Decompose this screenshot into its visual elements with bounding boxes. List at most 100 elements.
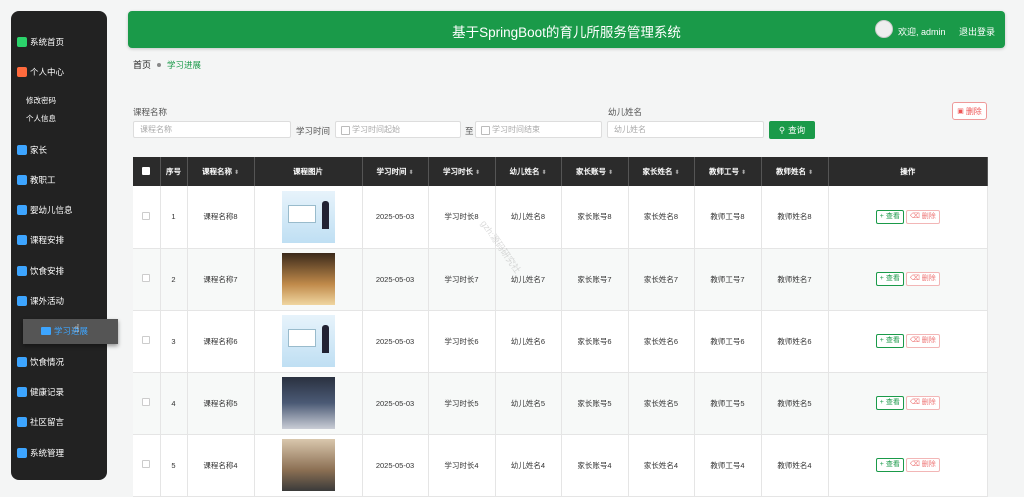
row-checkbox[interactable] <box>142 336 151 344</box>
row-select-cell[interactable] <box>133 310 161 373</box>
table-cell: 教师工号7 <box>694 248 762 311</box>
course-name-label: 课程名称 <box>133 107 168 117</box>
welcome-text: 欢迎, admin <box>898 27 946 37</box>
sidebar-item[interactable]: 健康记录 <box>17 384 64 400</box>
trash-icon: ⌫ <box>909 399 920 406</box>
table-cell: 家长姓名6 <box>628 310 695 373</box>
table-cell: 1 <box>160 186 188 249</box>
date-range-separator: 至 <box>465 126 474 136</box>
table-row: 3 课程名称6 2025-05-03 学习时长6 幼儿姓名6 家长账号6 家长姓名6 教师工号… <box>133 310 988 373</box>
delete-button[interactable]: ⌫ 删除 <box>905 272 940 286</box>
query-button[interactable]: ⚲ 查询 <box>769 121 815 139</box>
sidebar-active-label: 学习进展 <box>41 325 88 337</box>
view-button[interactable]: + 查看 <box>875 209 904 224</box>
header-cell: 操作 <box>828 157 988 186</box>
study-time-end-input[interactable]: 学习时间结束 <box>475 121 602 138</box>
view-button[interactable]: + 查看 <box>875 272 904 286</box>
sidebar-item[interactable]: 家长 <box>17 142 47 158</box>
sidebar-item-label: 个人中心 <box>30 67 65 77</box>
header-cell[interactable]: 家长账号 ⬍ <box>561 157 629 186</box>
delete-button[interactable]: ⌫ 删除 <box>905 458 940 472</box>
view-button[interactable]: + 查看 <box>875 396 904 410</box>
view-button[interactable]: + 查看 <box>875 334 904 348</box>
breadcrumb-home[interactable]: 首页 <box>133 58 151 71</box>
table-row: 5 课程名称4 2025-05-03 学习时长4 幼儿姓名4 家长账号4 家长姓名4 教师工号… <box>133 434 988 497</box>
logout-link[interactable]: 退出登录 <box>959 25 995 38</box>
sidebar-subitem[interactable]: 修改密码 <box>26 95 56 106</box>
table-cell: 教师姓名6 <box>761 310 829 373</box>
plus-icon: + <box>879 212 884 220</box>
header-cell[interactable]: 教师姓名 ⬍ <box>761 157 829 186</box>
table-cell: 学习时长7 <box>428 248 496 311</box>
table-cell: 学习时长6 <box>428 310 496 373</box>
sidebar-item-label: 婴幼儿信息 <box>30 205 73 215</box>
sidebar-item-label: 家长 <box>30 145 48 155</box>
table-cell: 幼儿姓名4 <box>495 434 562 497</box>
delete-button[interactable]: ⌫ 删除 <box>905 209 940 224</box>
study-time-start-input[interactable]: 学习时间起始 <box>335 121 461 138</box>
sidebar-item[interactable]: 饮食情况 <box>17 354 64 370</box>
select-all-checkbox[interactable] <box>142 166 151 175</box>
sort-icon: ⬍ <box>408 170 414 176</box>
sidebar-item[interactable]: 婴幼儿信息 <box>17 202 73 218</box>
header-cell[interactable]: 家长姓名 ⬍ <box>628 157 695 186</box>
sort-icon: ⬍ <box>607 170 614 176</box>
sidebar-item[interactable]: 系统管理 <box>17 445 64 461</box>
header-cell[interactable]: 学习时间 ⬍ <box>362 157 429 186</box>
breadcrumb-separator <box>157 62 162 67</box>
sidebar-item-label: 社区留言 <box>30 417 65 427</box>
row-checkbox[interactable] <box>142 211 151 220</box>
table-cell: 学习时长5 <box>428 372 496 435</box>
sidebar-item[interactable]: 课程安排 <box>17 232 64 248</box>
row-checkbox[interactable] <box>142 274 151 282</box>
table-header-row: 序号 课程名称 ⬍ 课程图片 学习时间 ⬍ 学习时长 ⬍ 幼儿姓名 ⬍ 家长账号 ⬍ 家长… <box>133 157 988 186</box>
header-cell: 课程图片 <box>254 157 363 186</box>
row-checkbox[interactable] <box>142 398 151 406</box>
table-cell: 课程名称5 <box>187 372 255 435</box>
header-cell[interactable]: 幼儿姓名 ⬍ <box>495 157 562 186</box>
sidebar-item-label: 饮食安排 <box>30 266 65 276</box>
row-select-cell[interactable] <box>133 248 161 311</box>
table-cell: 学习时长8 <box>428 186 496 249</box>
table-cell: 2025-05-03 <box>362 248 429 311</box>
row-select-cell[interactable] <box>133 186 161 249</box>
document-icon <box>17 175 27 185</box>
table-cell: 2025-05-03 <box>362 186 429 249</box>
header-cell[interactable]: 教师工号 ⬍ <box>694 157 762 186</box>
course-name-input[interactable]: 课程名称 <box>133 121 291 138</box>
table-row: 1 课程名称8 2025-05-03 学习时长8 幼儿姓名8 家长账号8 家长姓名8 教师工号… <box>133 186 988 249</box>
location-icon <box>17 235 27 245</box>
select-all-cell[interactable] <box>133 157 161 186</box>
breadcrumb: 首页 学习进展 <box>133 58 201 71</box>
sidebar-item-label: 教职工 <box>30 175 56 185</box>
table-cell: 幼儿姓名6 <box>495 310 562 373</box>
row-checkbox[interactable] <box>142 460 151 468</box>
sidebar-item[interactable]: 饮食安排 <box>17 263 64 279</box>
child-name-input[interactable]: 幼儿姓名 <box>607 121 764 138</box>
batch-delete-button[interactable]: ▣ 删除 <box>952 102 987 120</box>
sidebar-item[interactable]: 社区留言 <box>17 414 64 430</box>
sidebar-active-item[interactable]: 学习进展 ☝ <box>23 319 118 344</box>
course-image-cell <box>254 310 363 373</box>
row-select-cell[interactable] <box>133 434 161 497</box>
sidebar-item[interactable]: 个人中心 <box>17 64 64 80</box>
actions-cell: + 查看 ⌫ 删除 <box>828 186 988 249</box>
row-select-cell[interactable] <box>133 372 161 435</box>
table-cell: 学习时长4 <box>428 434 496 497</box>
actions-cell: + 查看 ⌫ 删除 <box>828 372 988 435</box>
sidebar-item[interactable]: 课外活动 <box>17 293 64 309</box>
course-image-cell <box>254 434 363 497</box>
course-image <box>281 377 335 429</box>
view-button[interactable]: + 查看 <box>875 458 904 472</box>
sidebar-subitem[interactable]: 个人信息 <box>26 113 56 124</box>
sidebar-item[interactable]: 系统首页 <box>17 34 64 50</box>
table-cell: 教师工号6 <box>694 310 762 373</box>
delete-button[interactable]: ⌫ 删除 <box>905 334 940 348</box>
sidebar-item[interactable]: 教职工 <box>17 172 56 188</box>
table-cell: 3 <box>160 310 188 373</box>
header-cell[interactable]: 课程名称 ⬍ <box>187 157 255 186</box>
header-cell[interactable]: 学习时长 ⬍ <box>428 157 496 186</box>
table-cell: 课程名称7 <box>187 248 255 311</box>
trash-icon: ▣ <box>957 108 964 115</box>
delete-button[interactable]: ⌫ 删除 <box>905 396 940 410</box>
